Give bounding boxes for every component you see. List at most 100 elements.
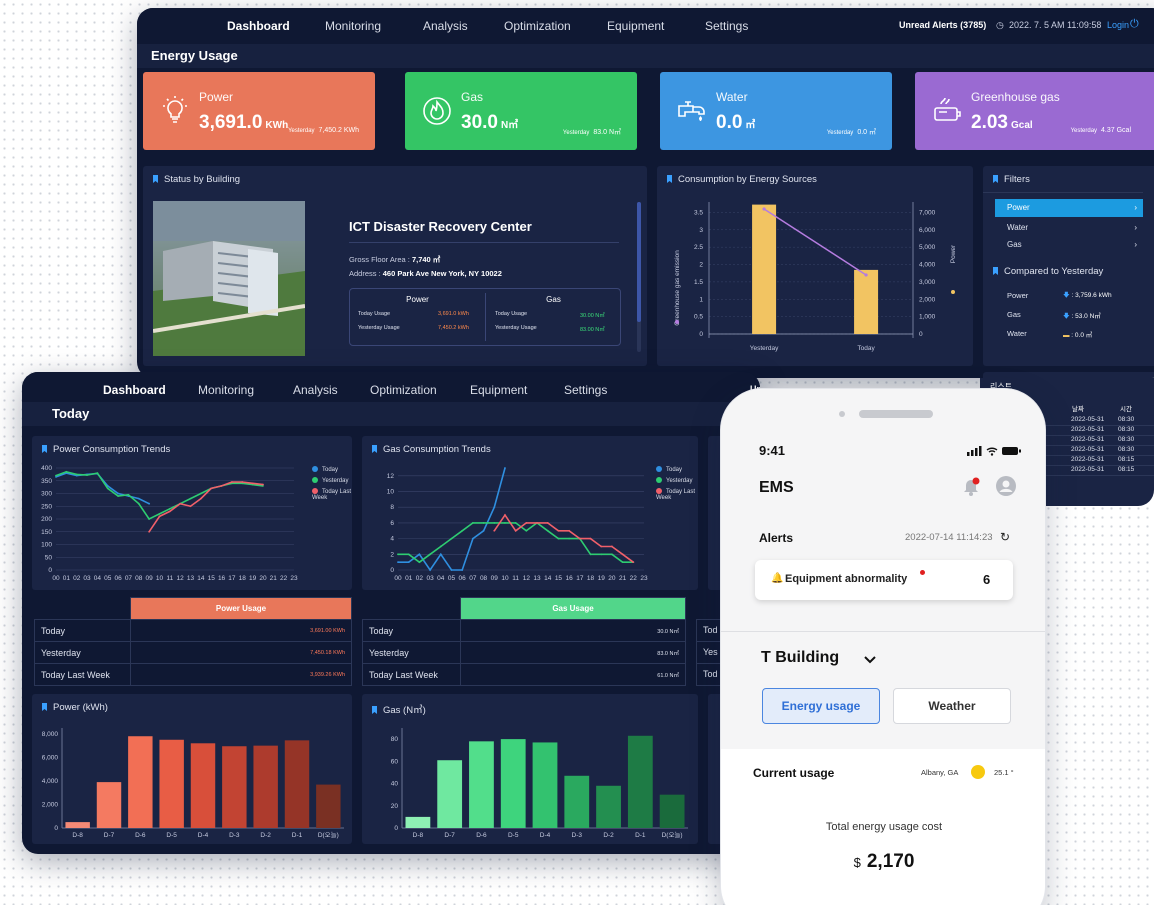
power-card[interactable]: Power 3,691.0 KWh Yesterday 7,450.2 KWh xyxy=(143,72,375,150)
x-tick-label: 06 xyxy=(459,575,467,582)
series-line-today xyxy=(398,467,506,572)
power-yesterday-label: Yesterday Usage xyxy=(358,325,400,331)
y-tick-label: 80 xyxy=(391,736,399,743)
y-tick-label: 20 xyxy=(391,803,399,810)
profile-icon[interactable] xyxy=(995,475,1017,497)
nav-settings[interactable]: Settings xyxy=(705,19,748,33)
building-selector[interactable]: T Building xyxy=(761,649,839,667)
login-link[interactable]: Login xyxy=(1107,20,1129,30)
col-time-header[interactable]: 시간 xyxy=(1120,403,1132,413)
row-label: Today xyxy=(362,619,461,642)
y-tick-label: 150 xyxy=(41,529,52,536)
total-cost: $2,170 xyxy=(721,851,1045,873)
x-tick-label: 23 xyxy=(290,575,298,582)
chevron-down-icon[interactable] xyxy=(863,655,877,665)
refresh-icon[interactable]: ↻ xyxy=(1000,530,1010,544)
row-value: 83.0 N㎥ xyxy=(460,641,686,664)
data-point xyxy=(127,493,130,496)
y-tick-label: 60 xyxy=(391,758,399,765)
filter-item-power[interactable]: Power › xyxy=(995,199,1143,217)
gas-trends-chart: 02468101200 01 02 03 04 05 06 07 08 09 10 11 12 13 14 1… xyxy=(387,467,648,582)
data-point xyxy=(600,553,603,556)
bar-D-1 xyxy=(284,740,310,828)
power-bar-today xyxy=(854,269,879,334)
scrollbar[interactable] xyxy=(637,202,641,352)
power-icon[interactable]: ⏻ xyxy=(1130,18,1139,31)
tab-weather[interactable]: Weather xyxy=(893,688,1011,724)
card-label: Power xyxy=(199,90,234,104)
data-point xyxy=(600,545,603,548)
water-unit: ㎥ xyxy=(745,120,756,131)
alert-time: 08:30 xyxy=(1118,446,1135,453)
data-point xyxy=(397,553,399,556)
location-label: Albany, GA xyxy=(921,768,959,777)
legend-dot xyxy=(312,488,318,494)
alert-time: 08:30 xyxy=(1118,426,1135,433)
y-tick-label: 350 xyxy=(41,478,52,485)
col-date-header[interactable]: 날짜 xyxy=(1072,403,1084,413)
greenhouse-unit: Gcal xyxy=(1010,120,1033,131)
nav-analysis[interactable]: Analysis xyxy=(423,19,468,33)
x-tick-label: Today xyxy=(857,345,875,352)
alert-dot xyxy=(920,570,925,575)
nav-settings[interactable]: Settings xyxy=(564,383,607,397)
yesterday-value: 83.0 N㎥ xyxy=(593,129,621,136)
legend-label: Today xyxy=(666,467,683,473)
nav-equipment[interactable]: Equipment xyxy=(607,19,664,33)
nav-monitoring[interactable]: Monitoring xyxy=(198,383,254,397)
panel-title: Status by Building xyxy=(153,174,240,185)
equipment-abnormality-card[interactable]: 🔔 Equipment abnormality 6 xyxy=(755,560,1013,600)
y-tick-label: 4,000 xyxy=(42,778,59,785)
water-card[interactable]: Water 0.0 ㎥ Yesterday 0.0 ㎥ xyxy=(660,72,892,150)
unread-alerts-link[interactable]: Unread Alerts (3785) xyxy=(899,20,986,30)
greenhouse-gas-card[interactable]: Greenhouse gas 2.03 Gcal Yesterday 4.37 Gc… xyxy=(915,72,1154,150)
data-point xyxy=(450,569,453,571)
power-header: Power xyxy=(406,295,429,304)
bar-D(오늘) xyxy=(316,784,341,828)
data-point xyxy=(137,502,140,505)
tab-energy-usage[interactable]: Energy usage xyxy=(762,688,880,724)
data-point xyxy=(75,473,78,476)
floor-area-row: Gross Floor Area : 7,740 ㎡ xyxy=(349,254,440,265)
bookmark-icon xyxy=(993,175,998,183)
right-axis-marker xyxy=(951,290,955,294)
x-tick-label: 19 xyxy=(598,575,606,582)
data-point xyxy=(493,522,496,524)
table-row: Yesterday 7,450.18 KWh xyxy=(34,641,352,664)
table-row: Today 3,691.00 KWh xyxy=(34,619,352,642)
gas-card[interactable]: Gas 30.0 N㎥ Yesterday 83.0 N㎥ xyxy=(405,72,637,150)
nav-optimization[interactable]: Optimization xyxy=(370,383,437,397)
data-point xyxy=(621,553,624,556)
filter-item-water[interactable]: Water › xyxy=(995,219,1143,237)
greenhouse-value: 2.03 xyxy=(971,112,1008,133)
nav-optimization[interactable]: Optimization xyxy=(504,19,571,33)
nav-monitoring[interactable]: Monitoring xyxy=(325,19,381,33)
x-tick-label: 18 xyxy=(239,575,247,582)
y-right-tick-label: 3,000 xyxy=(919,279,936,286)
power-today-label: Today Usage xyxy=(358,311,391,317)
sun-icon xyxy=(971,765,985,779)
compare-title-text: Compared to Yesterday xyxy=(1004,266,1104,277)
y-right-tick-label: 1,000 xyxy=(919,314,936,321)
y-right-tick-label: 2,000 xyxy=(919,296,936,303)
panel-title: Power (kWh) xyxy=(42,702,108,713)
data-point xyxy=(504,514,506,516)
nav-analysis[interactable]: Analysis xyxy=(293,383,338,397)
y-left-tick-label: 3 xyxy=(699,227,703,234)
panel-title-text: Gas Consumption Trends xyxy=(383,444,491,455)
app-title: EMS xyxy=(759,479,794,496)
gas-bars-chart: 0 20 40 60 80 D-8 D-7 D-6 D-5 D-4 D-3 D-2 D-1 D(오늘) xyxy=(391,728,688,839)
data-point xyxy=(158,515,161,518)
nav-equipment[interactable]: Equipment xyxy=(470,383,527,397)
bell-notification-icon[interactable] xyxy=(961,477,981,497)
nav-dashboard[interactable]: Dashboard xyxy=(103,383,166,397)
bar-D-6 xyxy=(128,736,153,828)
page-title: Today xyxy=(52,406,90,421)
filter-item-gas[interactable]: Gas › xyxy=(995,236,1143,254)
gas-yesterday-label: Yesterday Usage xyxy=(495,325,537,331)
nav-dashboard[interactable]: Dashboard xyxy=(227,19,290,33)
alert-date: 2022-05-31 xyxy=(1071,456,1105,463)
data-point xyxy=(439,545,442,548)
data-point xyxy=(106,487,109,490)
page-title: Energy Usage xyxy=(151,48,238,63)
